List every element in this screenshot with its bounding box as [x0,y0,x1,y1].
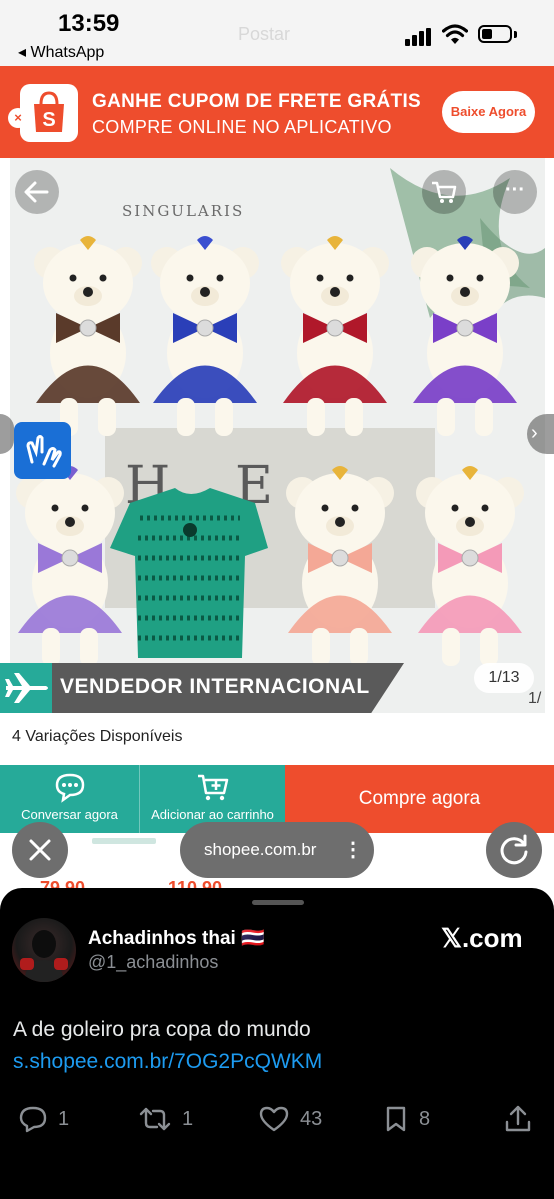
x-brand-logo[interactable]: 𝕏.com [441,923,523,954]
chat-now-label: Conversar agora [21,807,118,822]
product-photo-bears: SINGULARIS H E [10,158,545,713]
airplane-icon [0,663,52,713]
sign-language-hands-icon [26,435,62,468]
product-image[interactable]: SINGULARIS H E [10,158,545,713]
more-options-button[interactable]: ··· [493,170,537,214]
sheet-drag-handle[interactable] [252,900,304,905]
wifi-icon [441,24,469,51]
arrow-left-icon [24,181,49,203]
vendor-label: VENDEDOR INTERNACIONAL [60,675,370,698]
cart-icon [432,181,457,203]
banner-headline: GANHE CUPOM DE FRETE GRÁTIS [92,91,422,112]
accessibility-sign-language-button[interactable] [14,422,71,479]
add-cart-icon [195,771,231,808]
chat-bubble-icon [53,771,87,808]
author-handle[interactable]: @1_achadinhos [88,952,218,973]
svg-text:S: S [42,109,55,131]
tweet-text: A de goleiro pra copa do mundo [13,1018,311,1041]
status-time: 13:59 [58,10,120,37]
ellipsis-icon: ··· [505,179,525,201]
variation-thumbnail [92,838,156,844]
retweet-icon [139,1107,171,1130]
heart-icon [259,1106,289,1131]
author-name[interactable]: Achadinhos thai 🇹🇭 [88,926,265,950]
share-action[interactable] [504,1103,532,1133]
image-counter: 1/13 [474,663,534,693]
retweet-count: 1 [182,1107,194,1130]
bookmark-icon [386,1106,406,1131]
image-counter-partial: 1/ [528,690,542,707]
banner-subline: COMPRE ONLINE NO APLICATIVO [92,117,392,137]
reply-count: 1 [58,1107,70,1130]
bookmark-action[interactable]: 8 [383,1103,430,1133]
battery-tip [514,31,517,38]
close-icon [29,839,51,861]
image-cart-button[interactable] [422,170,466,214]
vertical-dots-icon[interactable]: ⋮ [343,836,363,864]
tweet-link[interactable]: s.shopee.com.br/7OG2PcQWKM [13,1050,322,1074]
reply-action[interactable]: 1 [18,1103,69,1133]
retweet-action[interactable]: 1 [138,1103,193,1133]
like-action[interactable]: 43 [258,1103,322,1133]
url-text: shopee.com.br [204,840,317,859]
reload-button[interactable] [486,822,542,878]
faded-tab-title: Postar [238,24,291,44]
banner-close-button[interactable]: × [8,108,28,128]
reply-icon [19,1106,47,1132]
variations-text[interactable]: 4 Variações Disponíveis [12,728,182,746]
bookmark-count: 8 [419,1107,431,1130]
battery-icon [478,25,512,43]
like-count: 43 [300,1107,323,1130]
close-browser-button[interactable] [12,822,68,878]
back-to-whatsapp[interactable]: ◂ WhatsApp [18,42,104,62]
shopee-bag-icon: S [20,84,78,142]
avatar[interactable] [12,918,76,982]
reload-icon [500,834,528,865]
share-icon [505,1105,531,1131]
add-to-cart-label: Adicionar ao carrinho [151,807,274,822]
cellular-signal-icon [405,28,433,46]
image-back-button[interactable] [15,170,59,214]
store-sign-text: SINGULARIS [122,202,244,220]
download-app-button[interactable]: Baixe Agora [442,91,535,133]
